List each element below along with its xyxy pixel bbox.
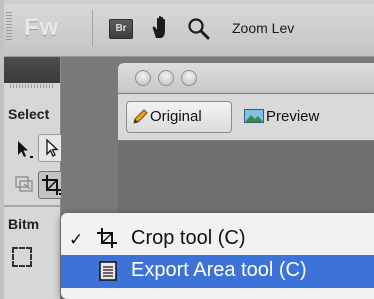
export-area-icon bbox=[99, 261, 117, 281]
bridge-button[interactable]: Br bbox=[109, 19, 133, 39]
pointer-tool-icon[interactable] bbox=[12, 136, 38, 162]
crop-icon bbox=[97, 228, 117, 248]
toolbar-separator bbox=[92, 10, 93, 46]
scale-tool-icon[interactable] bbox=[12, 172, 38, 198]
panel-grip[interactable] bbox=[10, 84, 54, 88]
section-divider bbox=[4, 205, 60, 207]
tab-original-label: Original bbox=[150, 108, 202, 125]
checkmark-icon: ✓ bbox=[69, 230, 84, 249]
tools-panel-header bbox=[4, 57, 60, 83]
minimize-window-button[interactable] bbox=[158, 70, 174, 86]
marquee-tool-icon[interactable] bbox=[12, 247, 32, 267]
fireworks-logo: Fw bbox=[24, 14, 60, 41]
tab-preview-label: Preview bbox=[266, 108, 320, 125]
zoom-icon[interactable] bbox=[186, 16, 210, 40]
pencil-icon bbox=[133, 109, 148, 124]
crop-tool-label: Crop tool (C) bbox=[131, 227, 246, 249]
zoom-level-label: Zoom Lev bbox=[232, 20, 295, 36]
close-window-button[interactable] bbox=[135, 70, 151, 86]
zoom-window-button[interactable] bbox=[181, 70, 197, 86]
select-section-label: Select bbox=[8, 106, 50, 122]
export-area-tool-label: Export Area tool (C) bbox=[131, 259, 307, 281]
preview-icon bbox=[244, 109, 264, 123]
toolbar-grip[interactable] bbox=[6, 12, 12, 42]
bitmap-section-label: Bitm bbox=[8, 216, 40, 232]
hand-icon[interactable] bbox=[148, 14, 174, 40]
document-titlebar bbox=[118, 63, 374, 93]
